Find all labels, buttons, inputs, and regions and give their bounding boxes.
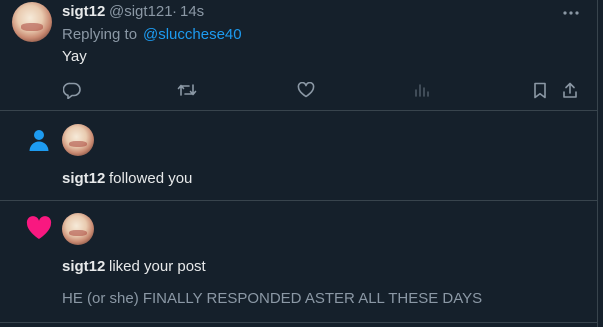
replying-to-handle[interactable]: @slucchese40 — [143, 25, 242, 45]
notification-action-text: followed you — [109, 170, 193, 187]
avatar[interactable] — [62, 213, 94, 245]
author-handle[interactable]: @sigt121 — [109, 2, 173, 22]
notifications-feed: sigt12 @sigt121 · 14s Replying to @slucc… — [0, 0, 597, 327]
share-icon[interactable] — [560, 80, 580, 100]
heart-icon — [25, 214, 53, 242]
divider — [0, 110, 597, 111]
avatar[interactable] — [62, 124, 94, 156]
person-icon — [26, 127, 52, 153]
ellipsis-icon[interactable] — [560, 4, 582, 22]
divider — [0, 322, 597, 323]
notification-actor[interactable]: sigt12 — [62, 169, 105, 189]
reply-icon[interactable] — [61, 80, 83, 100]
avatar[interactable] — [12, 2, 52, 42]
views-icon[interactable] — [411, 80, 433, 100]
time-separator: · — [172, 3, 177, 20]
bookmark-icon[interactable] — [530, 80, 550, 100]
notification-action-text: liked your post — [109, 258, 206, 275]
notification-actor[interactable]: sigt12 — [62, 257, 105, 277]
column-border — [597, 0, 598, 327]
replying-to-label: Replying to — [62, 26, 138, 43]
like-icon[interactable] — [295, 80, 317, 100]
author-display-name[interactable]: sigt12 — [62, 2, 105, 22]
divider — [0, 200, 597, 201]
tweet-body: Yay — [62, 48, 87, 65]
tweet-timestamp[interactable]: 14s — [180, 2, 204, 22]
liked-post-preview[interactable]: HE (or she) FINALLY RESPONDED ASTER ALL … — [62, 289, 482, 309]
retweet-icon[interactable] — [176, 80, 198, 100]
